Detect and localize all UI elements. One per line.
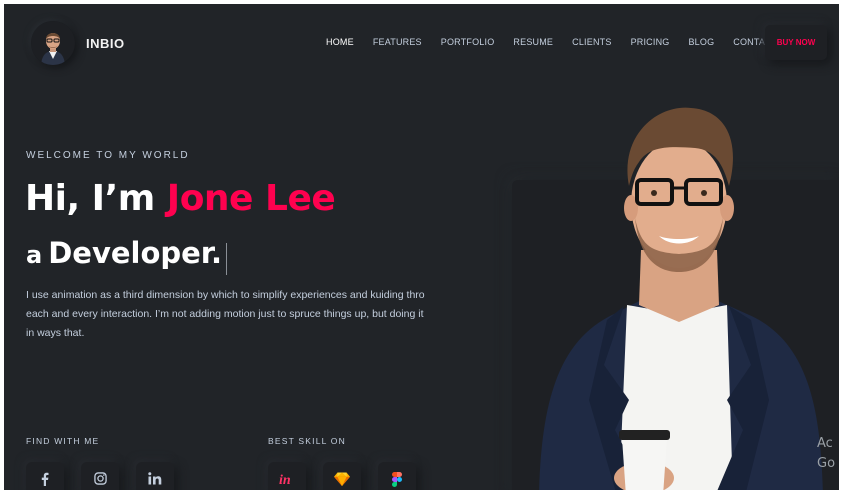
main-nav: HOME FEATURES PORTFOLIO RESUME CLIENTS P… bbox=[326, 4, 797, 80]
nav-features[interactable]: FEATURES bbox=[373, 37, 422, 47]
linkedin-icon[interactable] bbox=[136, 462, 174, 490]
buy-now-button[interactable]: BUY NOW bbox=[765, 25, 827, 60]
hero-description: I use animation as a third dimension by … bbox=[26, 289, 425, 339]
hero-name: Jone Lee bbox=[166, 178, 336, 219]
sketch-icon[interactable] bbox=[323, 462, 361, 490]
welcome-label: WELCOME TO MY WORLD bbox=[26, 150, 190, 161]
hero-headline: Hi, I’m Jone Lee bbox=[25, 178, 336, 219]
brand-name: INBIO bbox=[86, 35, 125, 51]
figma-icon[interactable] bbox=[378, 462, 416, 490]
find-with-me-title: FIND WITH ME bbox=[26, 436, 100, 446]
facebook-icon[interactable] bbox=[26, 462, 64, 490]
role-prefix: a bbox=[26, 241, 43, 269]
instagram-icon[interactable] bbox=[81, 462, 119, 490]
invision-icon[interactable]: in bbox=[268, 462, 306, 490]
nav-blog[interactable]: BLOG bbox=[688, 37, 714, 47]
skill-icons: in bbox=[268, 462, 433, 490]
watermark-line-1: Ac bbox=[817, 436, 833, 451]
portrait-image bbox=[539, 107, 823, 490]
activate-windows-watermark: Ac Go bbox=[817, 434, 835, 474]
svg-text:in: in bbox=[279, 473, 291, 486]
best-skill-title: BEST SKILL ON bbox=[268, 436, 346, 446]
nav-pricing[interactable]: PRICING bbox=[631, 37, 670, 47]
avatar bbox=[31, 21, 75, 65]
nav-clients[interactable]: CLIENTS bbox=[572, 37, 611, 47]
role-line: a Developer. bbox=[26, 236, 227, 275]
role-word: Developer. bbox=[48, 236, 222, 270]
nav-home[interactable]: HOME bbox=[326, 37, 354, 47]
nav-resume[interactable]: RESUME bbox=[513, 37, 553, 47]
watermark-line-2: Go bbox=[817, 456, 836, 471]
greeting-text: Hi, I’m bbox=[25, 178, 167, 219]
typing-cursor bbox=[226, 242, 227, 275]
social-links bbox=[26, 462, 191, 490]
page-frame: INBIO HOME FEATURES PORTFOLIO RESUME CLI… bbox=[4, 4, 839, 490]
brand[interactable]: INBIO bbox=[31, 21, 125, 65]
nav-portfolio[interactable]: PORTFOLIO bbox=[441, 37, 495, 47]
